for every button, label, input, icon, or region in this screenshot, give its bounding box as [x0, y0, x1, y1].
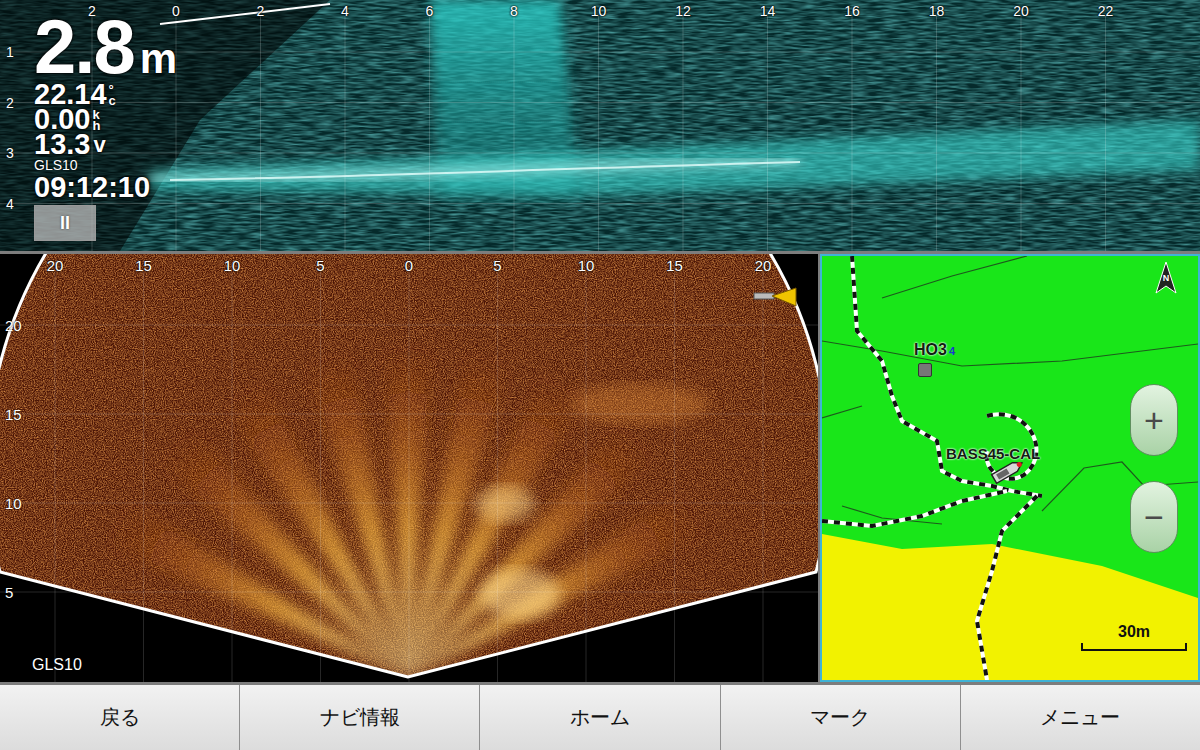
fishfinder-screen: 2024681012141618202212342.8m22.14°c0.00k… — [0, 0, 1200, 750]
bottom-toolbar: 戻るナビ情報ホームマークメニュー — [0, 685, 1200, 750]
scan-distance-tick: 10 — [5, 496, 22, 511]
range-tick: 18 — [929, 4, 945, 18]
range-tick: 8 — [510, 4, 518, 18]
map-scale-bar — [1081, 643, 1187, 651]
data-readouts: 2.8m22.14°c0.00kh13.3vGLS1009:12:10II — [34, 12, 177, 241]
scan-distance-tick: 15 — [5, 407, 22, 422]
lower-panels: 20 15 10 5 0 5 10 15 20 20 15 10 5 GLS10 HO34 BASS45-CA… — [0, 254, 1200, 682]
range-tick: 0 — [172, 4, 180, 18]
scanning-sonar-panel: 20 15 10 5 0 5 10 15 20 20 15 10 5 GLS10 — [0, 254, 818, 682]
toolbar-button[interactable]: ホーム — [480, 685, 719, 750]
voltage-readout: 13.3v — [34, 132, 106, 157]
range-tick: 12 — [675, 4, 691, 18]
depth-tick: 2 — [6, 96, 14, 110]
scan-range-tick: 5 — [493, 258, 501, 273]
range-tick: 20 — [1013, 4, 1029, 18]
zoom-in-button[interactable]: + — [1130, 384, 1178, 456]
depth-tick: 4 — [6, 197, 14, 211]
time-readout: 09:12:10 — [34, 174, 150, 201]
scan-range-tick: 15 — [666, 258, 683, 273]
pause-button[interactable]: II — [34, 205, 96, 241]
toolbar-button[interactable]: 戻る — [0, 685, 239, 750]
depth-unit: m — [140, 24, 177, 94]
temperature-unit: °c — [109, 84, 116, 106]
depth-value: 2.8 — [34, 12, 134, 82]
range-tick: 14 — [760, 4, 776, 18]
transducer-icon — [752, 286, 798, 308]
waypoint-sublabel: 4 — [949, 345, 955, 357]
waypoint-marker[interactable] — [918, 363, 932, 377]
boat-label: BASS45-CAL — [946, 446, 1040, 461]
scan-range-tick: 20 — [755, 258, 772, 273]
speed-readout: 0.00kh — [34, 107, 100, 132]
depth-tick: 1 — [6, 45, 14, 59]
scan-range-tick: 15 — [135, 258, 152, 273]
voltage-unit: v — [93, 132, 105, 157]
waypoint-label[interactable]: HO34 — [914, 342, 955, 358]
chart-map-panel[interactable]: HO34 BASS45-CAL N + − 30m — [820, 254, 1200, 682]
depth-tick: 3 — [6, 146, 14, 160]
speed-unit: kh — [92, 109, 100, 131]
north-indicator: N — [1154, 261, 1178, 295]
scan-range-tick: 5 — [316, 258, 324, 273]
range-tick: 16 — [844, 4, 860, 18]
range-tick: 22 — [1098, 4, 1114, 18]
sonar-echo-chart — [0, 0, 1200, 251]
source-label: GLS10 — [34, 157, 78, 174]
scan-distance-tick: 5 — [5, 585, 13, 600]
range-tick: 4 — [341, 4, 349, 18]
boat-icon — [988, 456, 1028, 486]
map-scale-label: 30m — [1118, 624, 1150, 640]
scan-distance-tick: 20 — [5, 318, 22, 333]
scan-range-tick: 10 — [578, 258, 595, 273]
temperature-readout: 22.14°c — [34, 82, 116, 107]
toolbar-button[interactable]: メニュー — [961, 685, 1200, 750]
scan-range-tick: 20 — [47, 258, 64, 273]
scan-range-tick: 0 — [405, 258, 413, 273]
depth-readout: 2.8m — [34, 12, 177, 82]
map-scale: 30m — [1080, 624, 1188, 651]
toolbar-button[interactable]: マーク — [721, 685, 960, 750]
range-tick: 10 — [591, 4, 607, 18]
toolbar-button[interactable]: ナビ情報 — [240, 685, 479, 750]
traditional-sonar-panel: 2024681012141618202212342.8m22.14°c0.00k… — [0, 0, 1200, 251]
zoom-out-button[interactable]: − — [1130, 481, 1178, 553]
range-tick: 2 — [257, 4, 265, 18]
range-tick: 6 — [426, 4, 434, 18]
scan-range-tick: 10 — [224, 258, 241, 273]
scan-sonar-fan — [0, 254, 818, 682]
scan-source-label: GLS10 — [32, 656, 82, 674]
